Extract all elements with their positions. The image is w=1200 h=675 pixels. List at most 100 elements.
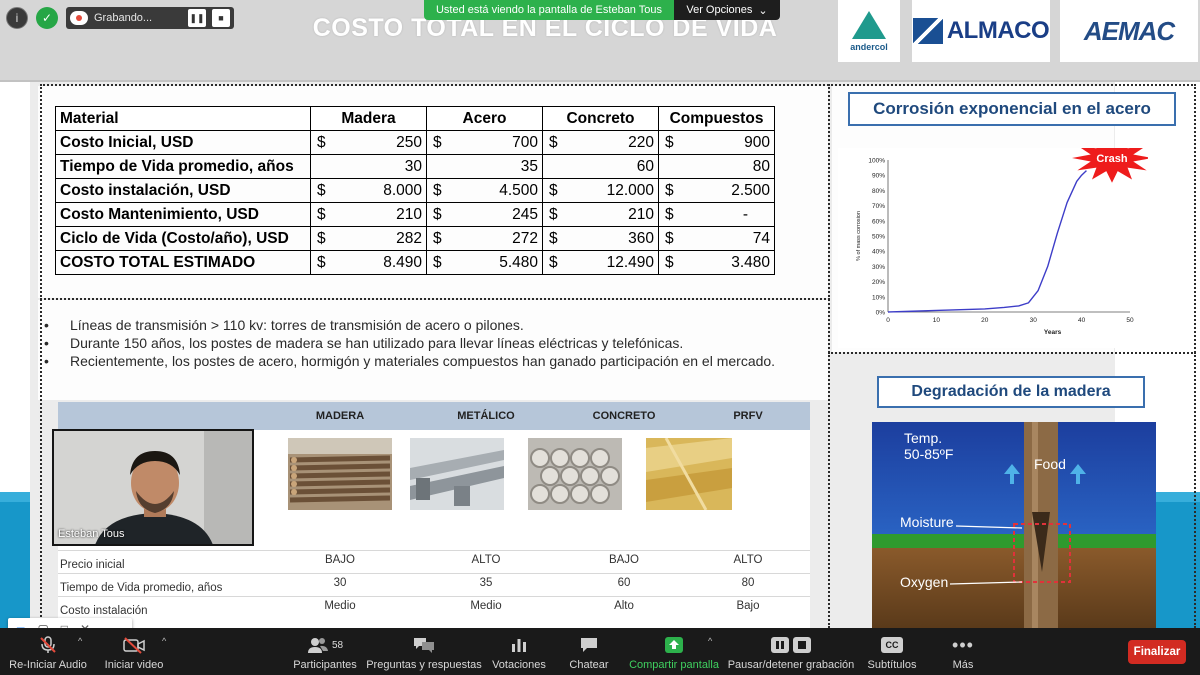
andercol-logo-text: andercol <box>850 41 888 52</box>
video-options-caret-icon[interactable]: ^ <box>162 636 166 646</box>
subtitles-button[interactable]: CC Subtítulos <box>866 628 918 675</box>
end-meeting-button[interactable]: Finalizar <box>1128 640 1186 664</box>
more-button[interactable]: ••• Más <box>946 628 980 675</box>
microphone-muted-icon <box>38 633 58 657</box>
webcam-thumbnail[interactable]: Esteban Tous <box>52 429 254 546</box>
cost-cell: $900 <box>658 130 775 155</box>
header-material: Material <box>55 106 311 131</box>
header-concreto: Concreto <box>542 106 659 131</box>
chat-button[interactable]: Chatear <box>566 628 612 675</box>
cost-cell: $700 <box>426 130 543 155</box>
x-tick-label: 0 <box>886 317 890 324</box>
metal-poles-image <box>410 438 504 510</box>
participants-icon: 58 <box>307 633 343 657</box>
currency-symbol: $ <box>549 229 558 247</box>
comparison-rows: Precio inicial BAJO ALTO BAJO ALTO Tiempo de … <box>58 550 810 619</box>
audio-options-caret-icon[interactable]: ^ <box>78 636 82 646</box>
comparison-value: 30 <box>333 577 347 589</box>
currency-symbol <box>431 158 433 176</box>
y-tick-label: 70% <box>872 203 885 210</box>
currency-symbol: $ <box>549 133 558 151</box>
wood-poles-image <box>288 438 392 510</box>
video-label: Iniciar video <box>104 659 164 671</box>
view-options-button[interactable]: Ver Opciones ⌄ <box>674 0 780 20</box>
comparison-value: Alto <box>614 600 634 612</box>
corrosion-chart-svg: 0% 10% 20% 30% 40% 50% 60% 70% 80% 90% 100% 0 10 20 30… <box>856 133 1152 336</box>
cost-cell: $245 <box>426 202 543 227</box>
header-madera: Madera <box>310 106 427 131</box>
y-tick-label: 20% <box>872 279 885 286</box>
cost-cell: $12.000 <box>542 178 659 203</box>
currency-symbol: $ <box>317 253 326 271</box>
pause-stop-icon <box>770 633 812 657</box>
currency-symbol: $ <box>665 133 674 151</box>
currency-symbol: $ <box>433 133 442 151</box>
comparison-row-label: Costo instalación <box>60 605 148 617</box>
pause-recording-icon[interactable]: ❚❚ <box>188 9 206 27</box>
cost-cell: $8.490 <box>310 250 427 275</box>
currency-symbol <box>547 158 549 176</box>
comparison-row-label: Precio inicial <box>60 559 125 571</box>
more-dots-icon: ••• <box>952 634 974 655</box>
cost-row-label: Costo instalación, USD <box>55 178 311 203</box>
more-label: Más <box>952 659 974 671</box>
cost-cell: $3.480 <box>658 250 775 275</box>
comparison-col-metalico: METÁLICO <box>457 410 515 422</box>
cost-cell: $210 <box>310 202 427 227</box>
stop-recording-icon[interactable]: ■ <box>212 9 230 27</box>
cost-value: 245 <box>512 205 538 223</box>
currency-symbol: $ <box>433 205 442 223</box>
comparison-value: Bajo <box>736 600 760 612</box>
meeting-toolbar: Re-Iniciar Audio Iniciar video ^ ^ 58 Pa… <box>0 628 1200 675</box>
polls-icon <box>510 633 528 657</box>
comparison-value: Medio <box>470 600 502 612</box>
cost-cell: $ - <box>658 202 775 227</box>
comparison-value: 60 <box>617 577 631 589</box>
chevron-down-icon: ⌄ <box>758 4 768 17</box>
divider-mid <box>40 298 830 300</box>
screen-share-banner: Usted está viendo la pantalla de Esteban… <box>424 0 780 20</box>
currency-symbol <box>315 158 317 176</box>
zoom-status-bar: i ✓ Grabando... ❚❚ ■ <box>6 7 234 29</box>
chat-icon <box>579 633 599 657</box>
webcam-name-label: Esteban Tous <box>58 528 125 540</box>
cost-table-row: Costo instalación, USD $8.000 $4.500 $12.00… <box>55 178 775 203</box>
qa-button[interactable]: Preguntas y respuestas <box>366 628 482 675</box>
comparison-value: ALTO <box>733 554 763 566</box>
divider-center <box>828 84 830 628</box>
shield-icon[interactable]: ✓ <box>36 7 58 29</box>
y-tick-label: 100% <box>868 158 885 165</box>
recording-dot-icon <box>70 11 88 25</box>
divider-top <box>40 84 1196 86</box>
currency-symbol: $ <box>317 133 326 151</box>
audio-button[interactable]: Re-Iniciar Audio <box>8 628 88 675</box>
participants-count: 58 <box>331 639 344 651</box>
share-screen-button[interactable]: Compartir pantalla <box>628 628 720 675</box>
y-tick-label: 10% <box>872 294 885 301</box>
qa-label: Preguntas y respuestas <box>366 659 482 671</box>
participants-button[interactable]: 58 Participantes <box>290 628 360 675</box>
bullet-item: Durante 150 años, los postes de madera s… <box>44 334 796 352</box>
cost-cell: $250 <box>310 130 427 155</box>
cost-cell: 30 <box>310 154 427 179</box>
comparison-row: Precio inicial BAJO ALTO BAJO ALTO <box>58 550 810 573</box>
cost-value: 900 <box>744 133 770 151</box>
polls-button[interactable]: Votaciones <box>492 628 546 675</box>
share-screen-label: Compartir pantalla <box>629 659 719 671</box>
comparison-value: 80 <box>741 577 755 589</box>
x-tick-label: 40 <box>1078 317 1086 324</box>
andercol-triangle-icon <box>852 10 886 39</box>
recording-label: Grabando... <box>94 12 153 24</box>
cost-value: 12.490 <box>606 253 654 271</box>
corrosion-chart-title: Corrosión exponencial en el acero <box>848 92 1176 126</box>
info-icon[interactable]: i <box>6 7 28 29</box>
wood-moisture-label: Moisture <box>900 514 954 530</box>
record-button[interactable]: Pausar/detener grabación <box>728 628 854 675</box>
qa-icon <box>412 633 436 657</box>
y-tick-label: 40% <box>872 249 885 256</box>
share-options-caret-icon[interactable]: ^ <box>708 636 712 646</box>
video-button[interactable]: Iniciar video <box>100 628 168 675</box>
currency-symbol: $ <box>549 205 558 223</box>
wood-oxygen-label: Oxygen <box>900 574 949 590</box>
x-tick-label: 20 <box>981 317 989 324</box>
